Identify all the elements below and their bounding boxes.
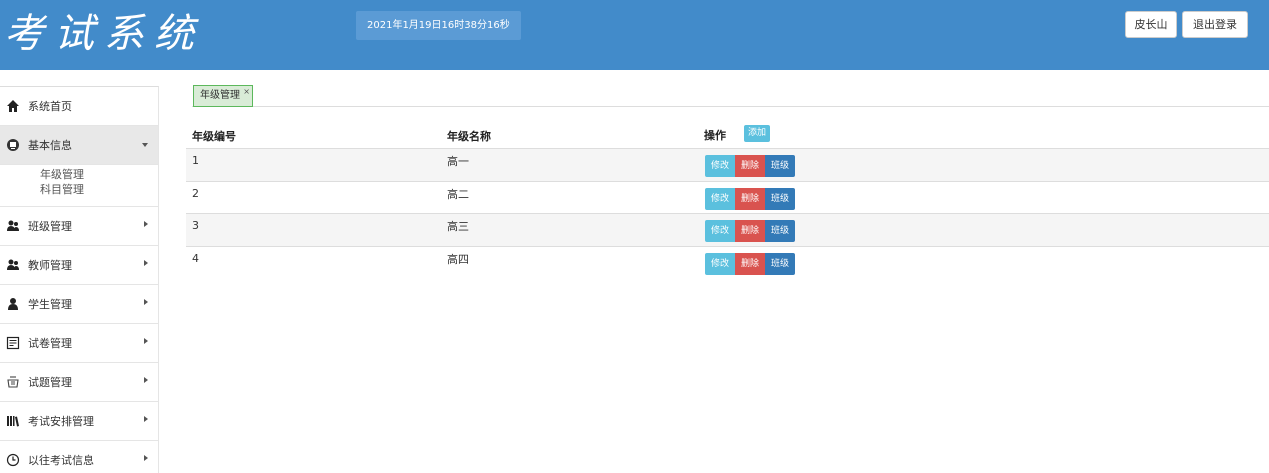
delete-button[interactable]: 删除: [735, 252, 766, 275]
sidebar-item-label: 班级管理: [28, 220, 72, 233]
close-icon[interactable]: ×: [243, 82, 250, 102]
class-button[interactable]: 班级: [765, 155, 796, 177]
sidebar-item-question[interactable]: 试题管理: [0, 363, 158, 402]
tab-label: 年级管理: [200, 90, 240, 101]
cell-grade-id: 1: [192, 154, 199, 167]
cell-grade-id: 2: [192, 186, 199, 200]
app-logo: 考试系统: [4, 11, 204, 57]
sidebar-item-teacher[interactable]: 教师管理: [0, 246, 158, 285]
header-grade-name: 年级名称: [447, 130, 491, 143]
add-button[interactable]: 添加: [744, 125, 771, 142]
chevron-right-icon: [144, 455, 148, 461]
subnav-item-subject[interactable]: 科目管理: [40, 182, 158, 197]
table-header: 年级编号 年级名称 操作 添加: [186, 122, 1269, 148]
sidebar-item-exam-schedule[interactable]: 考试安排管理: [0, 402, 158, 441]
table-row: 1 高一 修改 删除 班级: [186, 148, 1269, 181]
top-header: 考试系统 2021年1月19日16时38分16秒 皮长山 退出登录: [0, 0, 1269, 70]
user-icon: [6, 297, 20, 311]
cell-grade-name: 高三: [447, 220, 469, 233]
table-row: 3 高三 修改 删除 班级: [186, 213, 1269, 246]
chevron-right-icon: [144, 221, 148, 227]
sidebar: 系统首页 基本信息 年级管理 科目管理 班级管理 教师管理 学生管理 试卷管理 …: [0, 86, 159, 473]
cell-grade-name: 高一: [447, 155, 469, 168]
sidebar-item-label: 试卷管理: [28, 337, 72, 350]
row-actions: 修改 删除 班级: [705, 252, 796, 275]
table-row: 2 高二 修改 删除 班级: [186, 180, 1269, 214]
sidebar-item-label: 基本信息: [28, 139, 72, 152]
delete-button[interactable]: 删除: [735, 155, 766, 177]
cell-grade-id: 4: [192, 251, 199, 265]
clock-icon: [6, 453, 20, 467]
edit-button[interactable]: 修改: [705, 220, 736, 242]
chevron-right-icon: [144, 299, 148, 305]
chevron-right-icon: [144, 338, 148, 344]
chevron-down-icon: [142, 143, 148, 147]
class-button[interactable]: 班级: [765, 252, 796, 275]
logout-button[interactable]: 退出登录: [1182, 11, 1248, 38]
cell-grade-name: 高二: [447, 187, 469, 201]
sidebar-item-past-exams[interactable]: 以往考试信息: [0, 441, 158, 473]
grade-table: 年级编号 年级名称 操作 添加 1 高一 修改 删除 班级 2 高二 修改 删除…: [186, 122, 1269, 278]
subnav-item-grade[interactable]: 年级管理: [40, 167, 158, 182]
sidebar-item-label: 考试安排管理: [28, 415, 94, 428]
tab-bar: [192, 106, 1269, 107]
sidebar-item-student[interactable]: 学生管理: [0, 285, 158, 324]
table-row: 4 高四 修改 删除 班级: [186, 245, 1269, 279]
books-icon: [6, 414, 20, 428]
question-icon: [6, 375, 20, 389]
sidebar-item-label: 以往考试信息: [28, 454, 94, 467]
home-icon: [6, 99, 20, 113]
delete-button[interactable]: 删除: [735, 187, 766, 210]
users-icon: [6, 258, 20, 272]
chevron-right-icon: [144, 416, 148, 422]
tab-grade-management[interactable]: 年级管理 ×: [193, 85, 253, 107]
row-actions: 修改 删除 班级: [705, 187, 796, 210]
header-grade-id: 年级编号: [192, 130, 236, 143]
chevron-right-icon: [144, 260, 148, 266]
row-actions: 修改 删除 班级: [705, 155, 796, 177]
edit-button[interactable]: 修改: [705, 252, 736, 275]
sidebar-item-paper[interactable]: 试卷管理: [0, 324, 158, 363]
info-icon: [6, 138, 20, 152]
class-button[interactable]: 班级: [765, 220, 796, 242]
sidebar-item-label: 系统首页: [28, 100, 72, 113]
users-icon: [6, 219, 20, 233]
edit-button[interactable]: 修改: [705, 187, 736, 210]
subnav-basic-info: 年级管理 科目管理: [0, 165, 158, 207]
user-button[interactable]: 皮长山: [1125, 11, 1177, 38]
sidebar-item-basic-info[interactable]: 基本信息: [0, 126, 158, 165]
cell-grade-id: 3: [192, 219, 199, 232]
header-operations: 操作: [704, 129, 726, 142]
cell-grade-name: 高四: [447, 252, 469, 266]
sidebar-item-home[interactable]: 系统首页: [0, 87, 158, 126]
chevron-right-icon: [144, 377, 148, 383]
row-actions: 修改 删除 班级: [705, 220, 796, 242]
sidebar-item-label: 学生管理: [28, 298, 72, 311]
sidebar-item-label: 教师管理: [28, 259, 72, 272]
class-button[interactable]: 班级: [765, 187, 796, 210]
delete-button[interactable]: 删除: [735, 220, 766, 242]
edit-button[interactable]: 修改: [705, 155, 736, 177]
sidebar-item-class[interactable]: 班级管理: [0, 207, 158, 246]
paper-icon: [6, 336, 20, 350]
current-datetime: 2021年1月19日16时38分16秒: [356, 11, 521, 40]
sidebar-item-label: 试题管理: [28, 376, 72, 389]
